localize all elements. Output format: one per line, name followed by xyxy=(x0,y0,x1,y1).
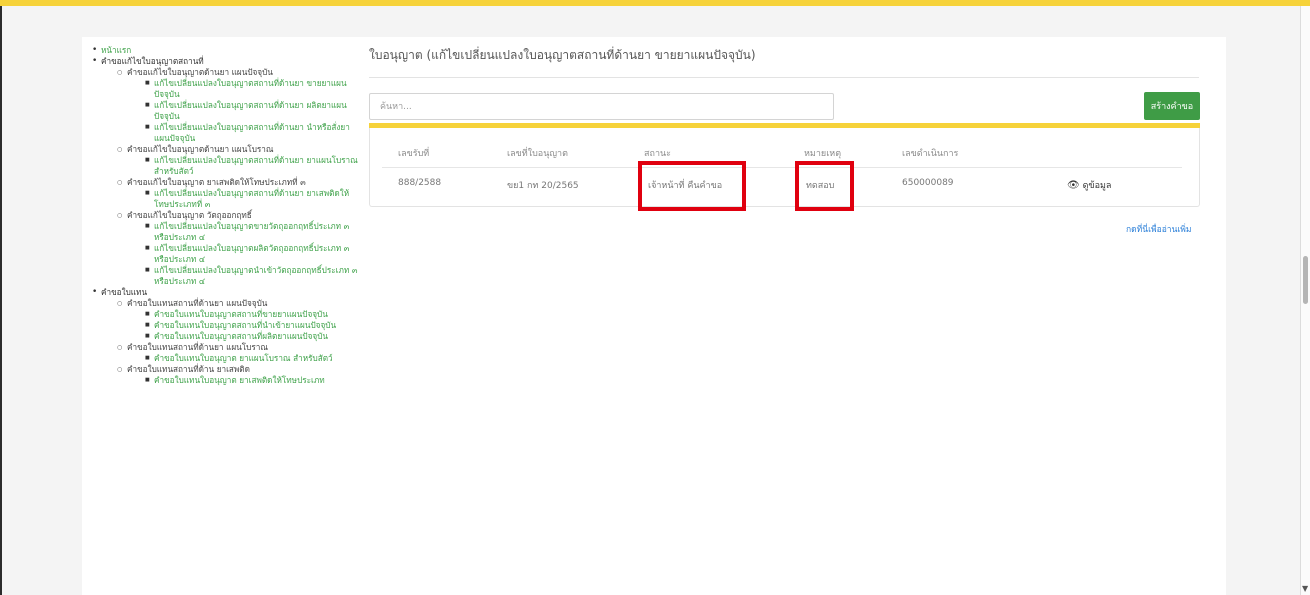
sidebar-subgroup: คำขอแก้ไขใบอนุญาตด้านยา แผนปัจจุบัน แก้ไ… xyxy=(117,67,362,144)
sidebar-subgroup-label: คำขอแก้ไขใบอนุญาต วัตถุออกฤทธิ์ xyxy=(127,210,252,220)
create-request-button[interactable]: สร้างคำขอ xyxy=(1144,92,1200,120)
cell-receive-no: 888/2588 xyxy=(398,178,442,188)
sidebar-link[interactable]: แก้ไขเปลี่ยนแปลงใบอนุญาตสถานที่ด้านยา ผล… xyxy=(145,100,362,122)
cell-process-no: 650000089 xyxy=(902,178,954,188)
sidebar-link[interactable]: คำขอใบแทนใบอนุญาต ยาเสพติดให้โทษประเภท xyxy=(145,375,362,386)
sidebar-subgroup-label: คำขอใบแทนสถานที่ด้านยา แผนปัจจุบัน xyxy=(127,298,268,308)
sidebar-subgroup-label: คำขอแก้ไขใบอนุญาตด้านยา แผนโบราณ xyxy=(127,144,274,154)
sidebar-subgroup: คำขอแก้ไขใบอนุญาตด้านยา แผนโบราณ แก้ไขเป… xyxy=(117,144,362,177)
read-more-link[interactable]: กดที่นี่เพื่ออ่านเพิ่ม xyxy=(1126,222,1192,236)
sidebar-group-amend: คำขอแก้ไขใบอนุญาตสถานที่ คำขอแก้ไขใบอนุญ… xyxy=(92,56,362,287)
sidebar-subgroup-label: คำขอใบแทนสถานที่ด้านยา แผนโบราณ xyxy=(127,342,268,352)
view-details-link[interactable]: 👁 ดูข้อมูล xyxy=(1067,178,1111,192)
sidebar-subgroup: คำขอแก้ไขใบอนุญาต ยาเสพติดให้โทษประเภทที… xyxy=(117,177,362,210)
table-row-divider xyxy=(382,167,1182,168)
column-header-receive-no: เลขรับที่ xyxy=(398,149,430,159)
sidebar-subgroup: คำขอใบแทนสถานที่ด้านยา แผนโบราณ คำขอใบแท… xyxy=(117,342,362,364)
sidebar-link[interactable]: คำขอใบแทนใบอนุญาตสถานที่ผลิตยาแผนปัจจุบั… xyxy=(145,331,362,342)
page-title: ใบอนุญาต (แก้ไขเปลี่ยนแปลงใบอนุญาตสถานที… xyxy=(369,48,756,62)
sidebar-subgroup-label: คำขอแก้ไขใบอนุญาต ยาเสพติดให้โทษประเภทที… xyxy=(127,177,306,187)
content-panel: หน้าแรก คำขอแก้ไขใบอนุญาตสถานที่ คำขอแก้… xyxy=(82,37,1226,595)
remark-highlight-box xyxy=(795,161,854,211)
sidebar-nav: หน้าแรก คำขอแก้ไขใบอนุญาตสถานที่ คำขอแก้… xyxy=(92,45,362,386)
top-accent-bar xyxy=(0,0,1310,6)
sidebar-link[interactable]: แก้ไขเปลี่ยนแปลงใบอนุญาตสถานที่ด้านยา ยา… xyxy=(145,155,362,177)
sidebar-group-label: คำขอแก้ไขใบอนุญาตสถานที่ xyxy=(101,56,204,66)
sidebar-link[interactable]: คำขอใบแทนใบอนุญาตสถานที่นำเข้ายาแผนปัจจุ… xyxy=(145,320,362,331)
scrollbar-thumb[interactable] xyxy=(1303,256,1308,304)
column-header-status: สถานะ xyxy=(644,149,671,159)
eye-icon: 👁 xyxy=(1067,180,1080,191)
search-input[interactable] xyxy=(369,93,834,120)
sidebar-subgroup: คำขอแก้ไขใบอนุญาต วัตถุออกฤทธิ์ แก้ไขเปล… xyxy=(117,210,362,287)
window-edge xyxy=(0,6,2,595)
status-highlight-box xyxy=(638,161,746,211)
sidebar-link[interactable]: แก้ไขเปลี่ยนแปลงใบอนุญาตสถานที่ด้านยา นำ… xyxy=(145,122,362,144)
sidebar-link[interactable]: คำขอใบแทนใบอนุญาต ยาแผนโบราณ สำหรับสัตว์ xyxy=(145,353,362,364)
sidebar-subgroup-label: คำขอใบแทนสถานที่ด้าน ยาเสพติด xyxy=(127,364,250,374)
sidebar-link[interactable]: คำขอใบแทนใบอนุญาตสถานที่ขายยาแผนปัจจุบัน xyxy=(145,309,362,320)
sidebar-link[interactable]: แก้ไขเปลี่ยนแปลงใบอนุญาตสถานที่ด้านยา ขา… xyxy=(145,78,362,100)
sidebar-link[interactable]: แก้ไขเปลี่ยนแปลงใบอนุญาตขายวัตถุออกฤทธิ์… xyxy=(145,221,362,243)
view-details-label: ดูข้อมูล xyxy=(1082,181,1112,191)
cell-license-no: ขย1 กท 20/2565 xyxy=(507,181,579,191)
scroll-down-arrow[interactable]: ▼ xyxy=(1302,584,1308,593)
sidebar-subgroup: คำขอใบแทนสถานที่ด้าน ยาเสพติด คำขอใบแทนใ… xyxy=(117,364,362,386)
column-header-process-no: เลขดำเนินการ xyxy=(902,149,959,159)
column-header-license-no: เลขที่ใบอนุญาต xyxy=(507,149,568,159)
divider xyxy=(369,77,1199,78)
sidebar-subgroup-label: คำขอแก้ไขใบอนุญาตด้านยา แผนปัจจุบัน xyxy=(127,67,273,77)
sidebar-link[interactable]: แก้ไขเปลี่ยนแปลงใบอนุญาตสถานที่ด้านยา ยา… xyxy=(145,188,362,210)
page-scrollbar[interactable]: ▼ xyxy=(1300,6,1310,595)
column-header-remark: หมายเหตุ xyxy=(804,149,842,159)
sidebar-subgroup: คำขอใบแทนสถานที่ด้านยา แผนปัจจุบัน คำขอใ… xyxy=(117,298,362,342)
sidebar-link[interactable]: แก้ไขเปลี่ยนแปลงใบอนุญาตผลิตวัตถุออกฤทธิ… xyxy=(145,243,362,265)
sidebar-group-label: คำขอใบแทน xyxy=(101,287,148,297)
sidebar-group-replacement: คำขอใบแทน คำขอใบแทนสถานที่ด้านยา แผนปัจจ… xyxy=(92,287,362,386)
sidebar-link[interactable]: แก้ไขเปลี่ยนแปลงใบอนุญาตนำเข้าวัตถุออกฤท… xyxy=(145,265,362,287)
sidebar-item-home[interactable]: หน้าแรก xyxy=(92,45,362,56)
